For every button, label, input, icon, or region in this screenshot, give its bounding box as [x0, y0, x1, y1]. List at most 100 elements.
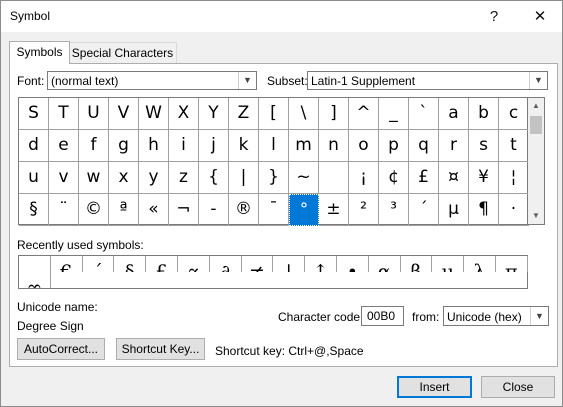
recent-symbol-cell[interactable]: ≠ — [242, 256, 274, 272]
recent-symbol-cell[interactable] — [19, 256, 51, 272]
recent-symbol-cell[interactable]: ∂ — [210, 256, 242, 272]
recent-symbol-cell[interactable]: ´ — [83, 256, 115, 272]
symbol-cell[interactable]: a — [439, 98, 469, 130]
recent-symbol-cell[interactable]: £ — [146, 256, 178, 272]
symbol-cell[interactable]: c — [499, 98, 529, 130]
recent-symbol-cell[interactable]: ↓ — [273, 256, 306, 272]
symbol-cell[interactable]: g — [109, 130, 139, 162]
symbol-cell[interactable]: ` — [409, 98, 439, 130]
symbol-cell[interactable]: ¢ — [379, 162, 409, 194]
symbol-cell[interactable]: } — [259, 162, 289, 194]
recent-symbol-cell[interactable]: λ — [464, 256, 496, 272]
symbol-cell[interactable]: b — [469, 98, 499, 130]
font-dropdown[interactable]: (normal text) ▼ — [47, 71, 257, 90]
recent-symbol-cell[interactable]: § — [114, 256, 147, 272]
scroll-up-icon[interactable]: ▲ — [528, 98, 544, 114]
symbol-cell[interactable]: ° — [289, 194, 319, 226]
symbol-cell[interactable]: { — [199, 162, 229, 194]
recent-symbol-cell[interactable]: β — [401, 256, 433, 272]
symbol-cell[interactable]: ¦ — [499, 162, 529, 194]
symbol-cell[interactable]: f — [79, 130, 109, 162]
symbol-cell[interactable]: ª — [109, 194, 139, 226]
symbol-cell[interactable]: j — [199, 130, 229, 162]
symbol-cell[interactable]: W — [139, 98, 169, 130]
symbol-cell[interactable]: s — [469, 130, 499, 162]
symbol-cell[interactable]: « — [139, 194, 169, 226]
symbol-cell[interactable]: [ — [259, 98, 289, 130]
symbol-cell[interactable]: n — [319, 130, 349, 162]
recent-symbol-cell[interactable]: α — [369, 256, 401, 272]
symbol-cell[interactable]: © — [79, 194, 109, 226]
symbol-cell[interactable] — [319, 162, 349, 194]
symbol-cell[interactable]: d — [19, 130, 49, 162]
symbol-cell[interactable]: p — [379, 130, 409, 162]
symbol-cell[interactable]: ¡ — [349, 162, 379, 194]
symbol-cell[interactable]: ® — [229, 194, 259, 226]
symbol-cell[interactable]: | — [229, 162, 259, 194]
symbol-cell[interactable]: - — [199, 194, 229, 226]
symbol-cell[interactable]: ´ — [409, 194, 439, 226]
from-dropdown[interactable]: Unicode (hex) ▼ — [443, 306, 549, 326]
tab-symbols[interactable]: Symbols — [9, 41, 70, 64]
shortcut-key-button[interactable]: Shortcut Key... — [116, 338, 205, 360]
recent-symbol-cell[interactable]: € — [51, 256, 83, 272]
symbol-cell[interactable]: x — [109, 162, 139, 194]
symbol-cell[interactable]: ¶ — [469, 194, 499, 226]
symbol-cell[interactable]: ¨ — [49, 194, 79, 226]
close-button[interactable]: Close — [481, 376, 555, 398]
recent-symbol-cell[interactable]: π — [496, 256, 528, 272]
symbol-cell[interactable]: · — [499, 194, 529, 226]
symbol-cell[interactable]: r — [439, 130, 469, 162]
symbol-cell[interactable]: ± — [319, 194, 349, 226]
insert-button[interactable]: Insert — [397, 376, 472, 398]
symbol-cell[interactable]: U — [79, 98, 109, 130]
symbol-cell[interactable]: X — [169, 98, 199, 130]
symbol-cell[interactable]: e — [49, 130, 79, 162]
symbol-cell[interactable]: ¤ — [439, 162, 469, 194]
symbol-cell[interactable]: £ — [409, 162, 439, 194]
symbol-cell[interactable]: µ — [439, 194, 469, 226]
symbol-cell[interactable]: S — [19, 98, 49, 130]
symbol-cell[interactable]: k — [229, 130, 259, 162]
symbol-cell[interactable]: t — [499, 130, 529, 162]
symbol-cell[interactable]: ¥ — [469, 162, 499, 194]
symbol-cell[interactable]: ¬ — [169, 194, 199, 226]
symbol-cell[interactable]: ¯ — [259, 194, 289, 226]
symbol-cell[interactable]: Y — [199, 98, 229, 130]
symbol-cell[interactable]: v — [49, 162, 79, 194]
recent-symbol-cell[interactable]: ∝ — [178, 256, 210, 272]
autocorrect-button[interactable]: AutoCorrect... — [17, 338, 105, 360]
scroll-thumb[interactable] — [530, 116, 542, 134]
help-button[interactable]: ? — [472, 1, 516, 32]
symbol-cell[interactable]: y — [139, 162, 169, 194]
symbol-cell[interactable]: m — [289, 130, 319, 162]
recent-symbol-cell[interactable]: µ — [432, 256, 465, 272]
tab-special-characters[interactable]: Special Characters — [68, 42, 177, 64]
symbol-cell[interactable]: ] — [319, 98, 349, 130]
symbol-cell[interactable]: l — [259, 130, 289, 162]
recent-symbol-cell[interactable]: ↑ — [305, 256, 337, 272]
symbol-cell[interactable]: ² — [349, 194, 379, 226]
symbol-cell[interactable]: h — [139, 130, 169, 162]
symbol-cell[interactable]: u — [19, 162, 49, 194]
subset-dropdown[interactable]: Latin-1 Supplement ▼ — [307, 71, 548, 90]
symbol-cell[interactable]: § — [19, 194, 49, 226]
symbol-cell[interactable]: V — [109, 98, 139, 130]
symbol-cell[interactable]: w — [79, 162, 109, 194]
symbol-cell[interactable]: \ — [289, 98, 319, 130]
symbol-cell[interactable]: o — [349, 130, 379, 162]
symbol-cell[interactable]: ³ — [379, 194, 409, 226]
symbol-cell[interactable]: z — [169, 162, 199, 194]
close-icon[interactable]: ✕ — [518, 1, 562, 32]
recent-symbol-cell[interactable]: ∞ — [19, 272, 51, 288]
symbol-cell[interactable]: _ — [379, 98, 409, 130]
symbol-grid-scrollbar[interactable]: ▲ ▼ — [528, 97, 545, 225]
symbol-cell[interactable]: i — [169, 130, 199, 162]
symbol-cell[interactable]: ~ — [289, 162, 319, 194]
recent-symbol-cell[interactable]: • — [337, 256, 369, 272]
scroll-down-icon[interactable]: ▼ — [528, 208, 544, 224]
symbol-cell[interactable]: q — [409, 130, 439, 162]
character-code-input[interactable]: 00B0 — [361, 306, 404, 326]
symbol-cell[interactable]: Z — [229, 98, 259, 130]
symbol-cell[interactable]: T — [49, 98, 79, 130]
